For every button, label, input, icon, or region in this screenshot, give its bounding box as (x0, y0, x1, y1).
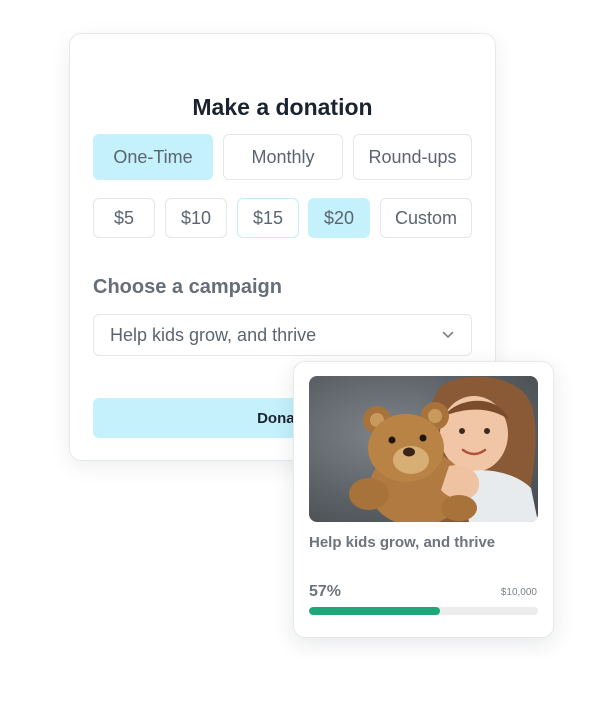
campaign-photo (309, 376, 538, 522)
amount-option-20[interactable]: $20 (308, 198, 370, 238)
progress-percent: 57% (309, 583, 342, 600)
goal-amount: $10,000 (500, 587, 537, 598)
campaign-select[interactable]: Help kids grow, and thrive (93, 314, 472, 356)
page: Make a donation One-Time Monthly Round-u… (0, 0, 600, 718)
frequency-option-round-ups[interactable]: Round-ups (353, 134, 472, 180)
card-title: Make a donation (192, 94, 373, 120)
amount-option-custom[interactable]: Custom (380, 198, 472, 238)
amount-option-5[interactable]: $5 (93, 198, 155, 238)
amount-option-10[interactable]: $10 (165, 198, 227, 238)
campaign-card[interactable]: Help kids grow, and thrive 57% $10,000 (293, 361, 554, 638)
campaign-select-value: Help kids grow, and thrive (110, 324, 317, 345)
progress-fill (309, 607, 440, 615)
campaign-title: Help kids grow, and thrive (309, 534, 496, 551)
progress-bar (309, 607, 538, 615)
amount-option-15[interactable]: $15 (237, 198, 299, 238)
campaign-label: Choose a campaign (93, 276, 282, 298)
frequency-option-one-time[interactable]: One-Time (93, 134, 213, 180)
frequency-option-monthly[interactable]: Monthly (223, 134, 343, 180)
chevron-down-icon (441, 328, 455, 342)
